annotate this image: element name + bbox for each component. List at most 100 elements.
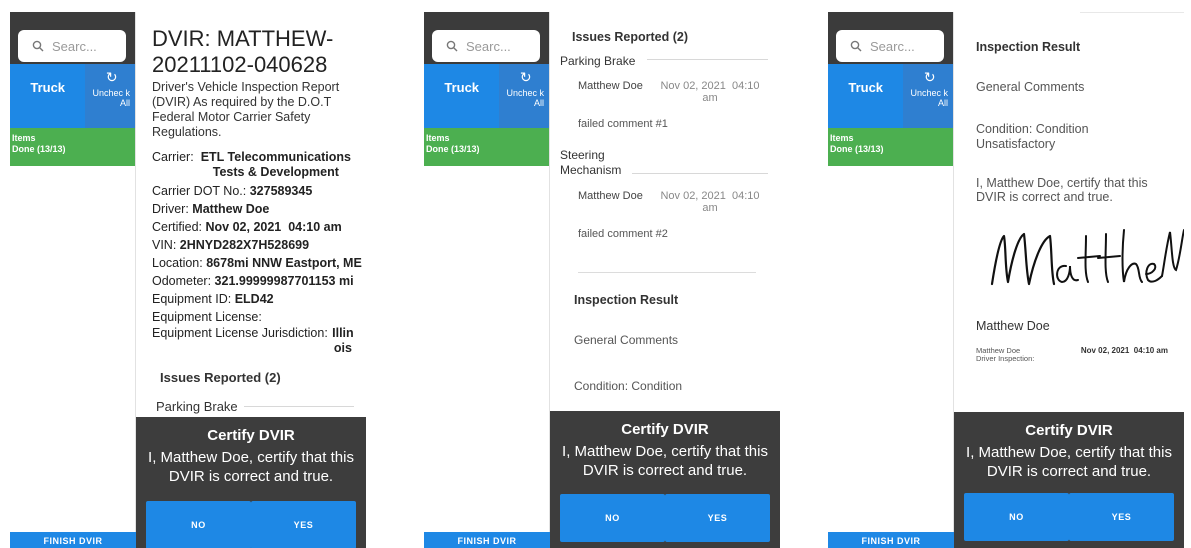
certify-body: I, Matthew Doe, certify that this DVIR i… xyxy=(966,444,1172,480)
divider xyxy=(1080,12,1184,13)
items-done-count: Done (13/13) xyxy=(426,144,480,154)
certify-body: I, Matthew Doe, certify that this DVIR i… xyxy=(562,443,768,479)
no-button[interactable]: NO xyxy=(146,501,251,548)
search-input[interactable]: Searc... xyxy=(18,30,126,62)
issue-title: Parking Brake xyxy=(560,54,636,68)
vin-row: VIN: 2HNYD282X7H528699 xyxy=(152,236,354,254)
sidebar-nav: Truck ↻ Unchec k All xyxy=(828,64,953,128)
certified-value: Nov 02, 2021 04:10 am xyxy=(205,220,342,234)
certify-title: Certify DVIR xyxy=(621,421,709,438)
signature-image xyxy=(990,229,1184,286)
tab-truck[interactable]: Truck xyxy=(10,64,85,128)
driver-value: Matthew Doe xyxy=(192,202,270,216)
issue-title: Steering Mechanism xyxy=(560,148,622,177)
search-input[interactable]: Searc... xyxy=(432,30,540,62)
uncheck-all-button[interactable]: ↻ Unchec k All xyxy=(85,64,135,128)
yes-button[interactable]: YES xyxy=(1069,493,1174,541)
uncheck-all-label: Unchec k All xyxy=(92,88,130,108)
yes-button[interactable]: YES xyxy=(665,494,770,542)
dot-value: 327589345 xyxy=(249,184,313,198)
finish-dvir-button[interactable]: FINISH DVIR xyxy=(424,532,550,548)
issue-comment: failed comment #1 xyxy=(578,118,668,130)
certify-body: I, Matthew Doe, certify that this DVIR i… xyxy=(148,449,354,485)
signature-footer-date: Nov 02, 2021 04:10 am xyxy=(1080,346,1168,355)
inspection-result-heading: Inspection Result xyxy=(574,293,679,307)
undo-icon: ↻ xyxy=(105,69,118,85)
search-placeholder: Searc... xyxy=(52,38,97,54)
certify-dialog: Certify DVIR I, Matthew Doe, certify tha… xyxy=(136,417,366,548)
sidebar-nav: Truck ↻ Unchec k All xyxy=(424,64,549,128)
signature-footer: Matthew Doe Driver Inspection: Nov 02, 2… xyxy=(976,347,1172,363)
general-comments-label: General Comments xyxy=(976,80,1085,94)
signature-name: Matthew Doe xyxy=(976,319,1050,333)
certified-row: Certified: Nov 02, 2021 04:10 am xyxy=(152,218,354,236)
items-label: Items xyxy=(830,133,854,143)
issues-reported-heading: Issues Reported (2) xyxy=(572,30,689,44)
search-icon xyxy=(32,40,44,52)
signature-footer-role: Driver Inspection: xyxy=(976,354,1035,363)
undo-icon: ↻ xyxy=(519,69,532,85)
driver-row: Driver: Matthew Doe xyxy=(152,200,354,218)
issue-comment-meta: Matthew Doe Nov 02, 2021 04:10 am xyxy=(578,190,768,214)
issue-comment: failed comment #2 xyxy=(578,228,668,240)
screen-dvir-issues: Searc... Truck ↻ Unchec k All Items Done… xyxy=(424,12,780,548)
issue-comment-meta: Matthew Doe Nov 02, 2021 04:10 am xyxy=(578,80,768,104)
items-status[interactable]: Items Done (13/13) xyxy=(424,128,549,166)
sidebar: Searc... Truck ↻ Unchec k All Items Done… xyxy=(828,12,954,548)
certify-title: Certify DVIR xyxy=(207,427,295,444)
no-button[interactable]: NO xyxy=(964,493,1069,541)
divider xyxy=(632,173,768,174)
search-input[interactable]: Searc... xyxy=(836,30,944,62)
screen-dvir-details: Searc... Truck ↻ Unchec k All Items Done… xyxy=(10,12,366,548)
issue-date: Nov 02, 2021 04:10 am xyxy=(660,80,763,104)
vin-value: 2HNYD282X7H528699 xyxy=(179,238,310,252)
location-value: 8678mi NNW Eastport, ME xyxy=(206,256,362,270)
equipment-license-row: Equipment License: xyxy=(152,308,354,326)
finish-dvir-button[interactable]: FINISH DVIR xyxy=(10,532,136,548)
issue-date: Nov 02, 2021 04:10 am xyxy=(660,190,763,214)
search-placeholder: Searc... xyxy=(466,38,511,54)
uncheck-all-button[interactable]: ↻ Unchec k All xyxy=(499,64,549,128)
items-done-count: Done (13/13) xyxy=(830,144,884,154)
report-content[interactable]: DVIR: MATTHEW-20211102-040628 Driver's V… xyxy=(136,12,366,548)
divider xyxy=(243,406,354,407)
no-button[interactable]: NO xyxy=(560,494,665,542)
search-icon xyxy=(850,40,862,52)
page-title: DVIR: MATTHEW-20211102-040628 xyxy=(152,26,334,77)
screen-dvir-signature: Searc... Truck ↻ Unchec k All Items Done… xyxy=(828,12,1184,548)
tab-truck[interactable]: Truck xyxy=(424,64,499,128)
condition-text: Condition: Condition Unsatisfactory xyxy=(976,122,1089,151)
sidebar: Searc... Truck ↻ Unchec k All Items Done… xyxy=(10,12,136,548)
items-status[interactable]: Items Done (13/13) xyxy=(828,128,953,166)
odometer-value: 321.99999987701153 mi xyxy=(214,274,354,288)
issue-driver: Matthew Doe xyxy=(578,190,643,202)
items-status[interactable]: Items Done (13/13) xyxy=(10,128,135,166)
dot-row: Carrier DOT No.: 327589345 xyxy=(152,182,354,200)
inspection-result-heading: Inspection Result xyxy=(976,40,1081,54)
issue-title: Parking Brake xyxy=(156,399,238,414)
driver-label: Driver: xyxy=(152,202,189,216)
certify-dialog: Certify DVIR I, Matthew Doe, certify tha… xyxy=(954,412,1184,548)
equipment-id-value: ELD42 xyxy=(234,292,274,306)
uncheck-all-button[interactable]: ↻ Unchec k All xyxy=(903,64,953,128)
odometer-label: Odometer: xyxy=(152,274,212,288)
uncheck-all-label: Unchec k All xyxy=(506,88,544,108)
jurisdiction-row: Equipment License Jurisdiction: Illinois xyxy=(152,326,354,356)
sidebar-header: Searc... xyxy=(828,12,953,64)
page-subtitle: Driver's Vehicle Inspection Report (DVIR… xyxy=(152,80,340,139)
search-icon xyxy=(446,40,458,52)
equipment-id-row: Equipment ID: ELD42 xyxy=(152,290,354,308)
sidebar-nav: Truck ↻ Unchec k All xyxy=(10,64,135,128)
location-label: Location: xyxy=(152,256,203,270)
report-content[interactable]: Inspection Result General Comments Condi… xyxy=(954,12,1184,548)
items-done-count: Done (13/13) xyxy=(12,144,66,154)
certify-title: Certify DVIR xyxy=(1025,422,1113,439)
issue-header: Parking Brake xyxy=(560,54,768,68)
yes-button[interactable]: YES xyxy=(251,501,356,548)
report-content[interactable]: Issues Reported (2) Parking Brake Matthe… xyxy=(550,12,780,548)
jurisdiction-label: Equipment License Jurisdiction: xyxy=(152,326,328,340)
finish-dvir-button[interactable]: FINISH DVIR xyxy=(828,532,954,548)
jurisdiction-value: Illinois xyxy=(332,326,354,355)
tab-truck[interactable]: Truck xyxy=(828,64,903,128)
odometer-row: Odometer: 321.99999987701153 mi xyxy=(152,272,354,290)
